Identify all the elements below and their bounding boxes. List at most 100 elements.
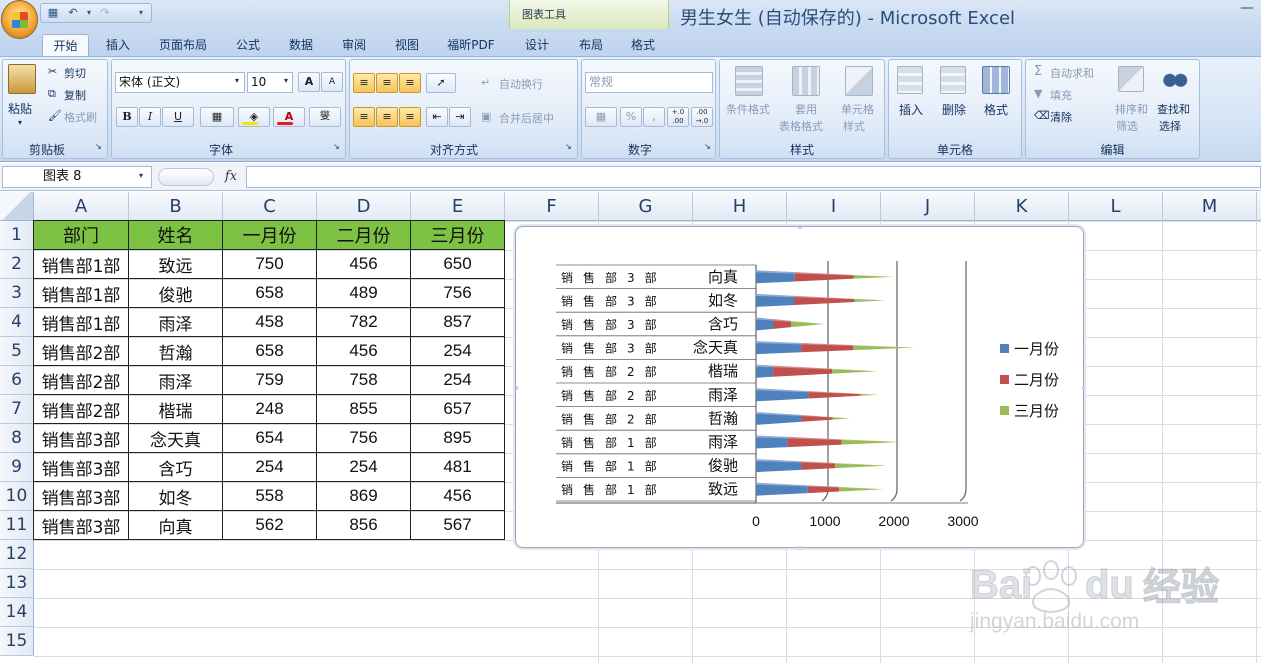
tab-formulas[interactable]: 公式 bbox=[226, 34, 270, 56]
row-header-13[interactable]: 13 bbox=[0, 569, 34, 598]
align-bottom-icon[interactable]: ≡ bbox=[399, 73, 421, 93]
header-cell[interactable]: 一月份 bbox=[222, 220, 317, 250]
select-all-button[interactable] bbox=[0, 192, 34, 221]
currency-icon[interactable]: ▦ bbox=[585, 107, 617, 127]
copy-button[interactable]: 复制 bbox=[64, 87, 86, 103]
row-header-1[interactable]: 1 bbox=[0, 221, 34, 250]
chart-area[interactable]: 向真 销售部3部 如冬 销售部3部 含巧 销售部3部 念天真 销售部3部 楷瑞 销售部2部 雨泽 销售… bbox=[514, 225, 1086, 550]
save-icon[interactable]: ▦ bbox=[45, 6, 61, 20]
undo-icon[interactable]: ↶ bbox=[65, 6, 81, 20]
paste-dropdown-icon[interactable]: ▾ bbox=[18, 118, 22, 127]
comma-button[interactable]: , bbox=[643, 107, 665, 127]
clear-button[interactable]: 清除 bbox=[1050, 109, 1072, 125]
find-select-button-2[interactable]: 选择 bbox=[1159, 118, 1181, 134]
column-header-j[interactable]: J bbox=[881, 192, 975, 221]
sort-filter-button-2[interactable]: 筛选 bbox=[1116, 118, 1138, 134]
decrease-decimal-button[interactable]: .00 →.0 bbox=[691, 107, 713, 127]
table-cell[interactable]: 558 bbox=[222, 481, 317, 511]
row-header-8[interactable]: 8 bbox=[0, 424, 34, 453]
column-header-e[interactable]: E bbox=[411, 192, 505, 221]
table-cell[interactable]: 489 bbox=[316, 278, 411, 308]
grow-font-button[interactable]: A bbox=[298, 72, 320, 92]
cell-styles-button-1[interactable]: 单元格 bbox=[841, 101, 874, 117]
merge-center-button[interactable]: 合并后居中 bbox=[499, 110, 554, 126]
insert-function-button[interactable]: fx bbox=[218, 166, 244, 188]
column-header-c[interactable]: C bbox=[223, 192, 317, 221]
table-cell[interactable]: 857 bbox=[410, 307, 505, 337]
sort-filter-button-1[interactable]: 排序和 bbox=[1115, 101, 1148, 117]
table-cell[interactable]: 销售部3部 bbox=[33, 423, 129, 453]
tab-foxit-pdf[interactable]: 福昕PDF bbox=[440, 34, 502, 56]
cone-bar-chart[interactable]: 向真销售部3部如冬销售部3部含巧销售部3部念天真销售部3部楷瑞销售部2部雨泽销售… bbox=[514, 225, 1086, 550]
table-cell[interactable]: 哲瀚 bbox=[128, 336, 223, 366]
italic-button[interactable]: I bbox=[139, 107, 161, 127]
tab-layout[interactable]: 布局 bbox=[568, 34, 614, 56]
row-header-15[interactable]: 15 bbox=[0, 627, 34, 656]
table-cell[interactable]: 254 bbox=[316, 452, 411, 482]
tab-review[interactable]: 审阅 bbox=[332, 34, 376, 56]
formula-bar-splitter[interactable] bbox=[158, 168, 214, 186]
table-cell[interactable]: 如冬 bbox=[128, 481, 223, 511]
name-box[interactable]: 图表 8 bbox=[2, 166, 152, 188]
window-close-icon[interactable]: — bbox=[1233, 0, 1261, 18]
row-header-4[interactable]: 4 bbox=[0, 308, 34, 337]
table-cell[interactable]: 俊驰 bbox=[128, 278, 223, 308]
table-cell[interactable]: 650 bbox=[410, 249, 505, 279]
underline-button[interactable]: U bbox=[162, 107, 194, 127]
table-cell[interactable]: 456 bbox=[410, 481, 505, 511]
delete-cells-icon[interactable] bbox=[940, 66, 966, 94]
table-cell[interactable]: 销售部1部 bbox=[33, 278, 129, 308]
table-cell[interactable]: 254 bbox=[410, 336, 505, 366]
column-header-a[interactable]: A bbox=[34, 192, 129, 221]
format-cells-icon[interactable] bbox=[982, 66, 1010, 94]
table-cell[interactable]: 销售部3部 bbox=[33, 452, 129, 482]
table-cell[interactable]: 雨泽 bbox=[128, 307, 223, 337]
autosum-button[interactable]: 自动求和 bbox=[1050, 65, 1094, 81]
column-header-k[interactable]: K bbox=[975, 192, 1069, 221]
wrap-text-button[interactable]: 自动换行 bbox=[499, 76, 543, 92]
find-select-button-1[interactable]: 查找和 bbox=[1157, 101, 1190, 117]
table-cell[interactable]: 销售部2部 bbox=[33, 336, 129, 366]
formula-input[interactable] bbox=[246, 166, 1261, 188]
table-cell[interactable]: 895 bbox=[410, 423, 505, 453]
table-cell[interactable]: 855 bbox=[316, 394, 411, 424]
tab-view[interactable]: 视图 bbox=[385, 34, 429, 56]
table-cell[interactable]: 456 bbox=[316, 336, 411, 366]
table-cell[interactable]: 758 bbox=[316, 365, 411, 395]
column-header-l[interactable]: L bbox=[1069, 192, 1163, 221]
align-middle-icon[interactable]: ≡ bbox=[376, 73, 398, 93]
tab-data[interactable]: 数据 bbox=[279, 34, 323, 56]
header-cell[interactable]: 三月份 bbox=[410, 220, 505, 250]
insert-cells-button[interactable]: 插入 bbox=[899, 101, 923, 118]
name-box-dropdown-icon[interactable]: ▾ bbox=[139, 171, 143, 180]
binoculars-icon[interactable] bbox=[1162, 66, 1188, 92]
format-painter-button[interactable]: 格式刷 bbox=[64, 109, 97, 125]
undo-dropdown-icon[interactable]: ▾ bbox=[81, 6, 97, 20]
table-cell[interactable]: 销售部2部 bbox=[33, 365, 129, 395]
font-launcher-icon[interactable]: ↘ bbox=[333, 142, 340, 151]
tab-insert[interactable]: 插入 bbox=[96, 34, 140, 56]
format-as-table-icon[interactable] bbox=[792, 66, 820, 96]
header-cell[interactable]: 姓名 bbox=[128, 220, 223, 250]
tab-page-layout[interactable]: 页面布局 bbox=[150, 34, 216, 56]
clipboard-launcher-icon[interactable]: ↘ bbox=[95, 142, 102, 151]
table-cell[interactable]: 759 bbox=[222, 365, 317, 395]
paste-icon[interactable] bbox=[8, 64, 36, 94]
row-header-6[interactable]: 6 bbox=[0, 366, 34, 395]
table-cell[interactable]: 658 bbox=[222, 278, 317, 308]
increase-indent-icon[interactable]: ⇥ bbox=[449, 107, 471, 127]
number-format-select[interactable]: 常规 bbox=[585, 72, 713, 93]
table-cell[interactable]: 456 bbox=[316, 249, 411, 279]
row-header-3[interactable]: 3 bbox=[0, 279, 34, 308]
insert-cells-icon[interactable] bbox=[897, 66, 923, 94]
row-header-11[interactable]: 11 bbox=[0, 511, 34, 540]
format-as-table-button-2[interactable]: 表格格式 bbox=[779, 118, 823, 134]
row-header-9[interactable]: 9 bbox=[0, 453, 34, 482]
bold-button[interactable]: B bbox=[116, 107, 138, 127]
column-header-g[interactable]: G bbox=[599, 192, 693, 221]
office-button[interactable] bbox=[1, 0, 38, 39]
table-cell[interactable]: 含巧 bbox=[128, 452, 223, 482]
table-cell[interactable]: 销售部3部 bbox=[33, 510, 129, 540]
column-header-i[interactable]: I bbox=[787, 192, 881, 221]
row-header-7[interactable]: 7 bbox=[0, 395, 34, 424]
